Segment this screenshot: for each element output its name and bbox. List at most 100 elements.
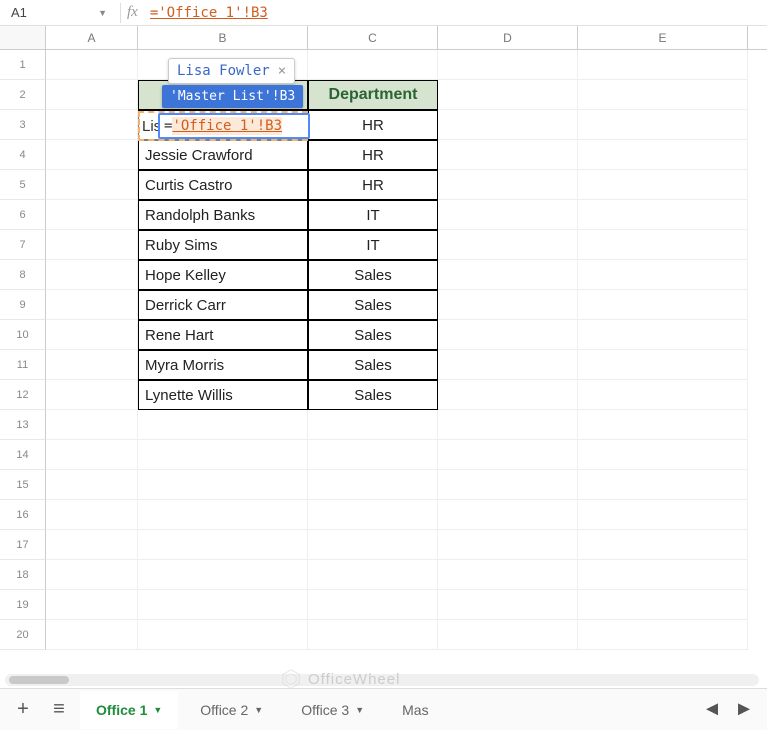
cell[interactable] [438, 50, 578, 80]
cell[interactable] [578, 410, 748, 440]
row-header[interactable]: 6 [0, 200, 46, 230]
cell[interactable] [308, 590, 438, 620]
col-header[interactable]: D [438, 26, 578, 49]
table-cell-dept[interactable]: Sales [308, 380, 438, 410]
cell[interactable] [46, 170, 138, 200]
col-header[interactable]: B [138, 26, 308, 49]
cell[interactable] [138, 530, 308, 560]
cell[interactable] [46, 440, 138, 470]
cell[interactable] [46, 470, 138, 500]
table-cell-name[interactable]: Jessie Crawford [138, 140, 308, 170]
table-cell-name[interactable]: Randolph Banks [138, 200, 308, 230]
table-cell-dept[interactable]: Sales [308, 260, 438, 290]
cell[interactable] [578, 380, 748, 410]
table-cell-name[interactable]: Curtis Castro [138, 170, 308, 200]
cell[interactable] [308, 530, 438, 560]
cell[interactable] [46, 230, 138, 260]
cell[interactable] [438, 530, 578, 560]
cell[interactable] [438, 230, 578, 260]
cell[interactable] [308, 470, 438, 500]
col-header[interactable]: E [578, 26, 748, 49]
row-header[interactable]: 8 [0, 260, 46, 290]
row-header[interactable]: 10 [0, 320, 46, 350]
row-header[interactable]: 12 [0, 380, 46, 410]
row-header[interactable]: 5 [0, 170, 46, 200]
cell[interactable] [578, 590, 748, 620]
cell[interactable] [138, 440, 308, 470]
table-cell-name[interactable]: Derrick Carr [138, 290, 308, 320]
formula-suggestion-chip[interactable]: Lisa Fowler × [168, 58, 295, 84]
name-box[interactable]: A1 ▼ [4, 2, 114, 24]
cell[interactable] [578, 200, 748, 230]
cell[interactable] [438, 290, 578, 320]
table-cell-name[interactable]: Rene Hart [138, 320, 308, 350]
cell[interactable] [138, 500, 308, 530]
row-header[interactable]: 20 [0, 620, 46, 650]
cell[interactable] [578, 620, 748, 650]
cell[interactable] [46, 140, 138, 170]
cell[interactable] [438, 620, 578, 650]
all-sheets-button[interactable]: ≡ [44, 695, 74, 725]
cell[interactable] [46, 320, 138, 350]
cell[interactable] [438, 260, 578, 290]
row-header[interactable]: 16 [0, 500, 46, 530]
cell[interactable] [308, 410, 438, 440]
cell[interactable] [438, 320, 578, 350]
cell[interactable] [578, 80, 748, 110]
cell[interactable] [308, 500, 438, 530]
table-cell-dept[interactable]: IT [308, 200, 438, 230]
cell[interactable] [438, 380, 578, 410]
cell[interactable] [438, 170, 578, 200]
cell[interactable] [46, 530, 138, 560]
cell[interactable] [308, 620, 438, 650]
cell[interactable] [438, 590, 578, 620]
cell[interactable] [578, 50, 748, 80]
cell[interactable] [438, 410, 578, 440]
cell[interactable] [578, 320, 748, 350]
cell[interactable] [46, 590, 138, 620]
cell[interactable] [138, 410, 308, 440]
table-cell-dept[interactable]: IT [308, 230, 438, 260]
col-header[interactable]: A [46, 26, 138, 49]
cell[interactable] [46, 500, 138, 530]
cell[interactable] [308, 440, 438, 470]
row-header[interactable]: 2 [0, 80, 46, 110]
table-cell-name[interactable]: Ruby Sims [138, 230, 308, 260]
cell[interactable] [46, 50, 138, 80]
cell[interactable] [46, 290, 138, 320]
cell[interactable] [438, 140, 578, 170]
row-header[interactable]: 3 [0, 110, 46, 140]
cell[interactable] [578, 530, 748, 560]
cell[interactable] [438, 500, 578, 530]
cell[interactable] [138, 470, 308, 500]
sheet-tab[interactable]: Office 3 ▼ [285, 691, 380, 729]
cell[interactable] [578, 500, 748, 530]
table-cell-dept[interactable]: HR [308, 110, 438, 140]
cell[interactable] [308, 50, 438, 80]
table-cell-dept[interactable]: HR [308, 140, 438, 170]
select-all-corner[interactable] [0, 26, 46, 49]
table-cell-dept[interactable]: HR [308, 170, 438, 200]
chevron-down-icon[interactable]: ▼ [153, 705, 162, 715]
row-header[interactable]: 15 [0, 470, 46, 500]
chevron-down-icon[interactable]: ▼ [254, 705, 263, 715]
cell[interactable] [438, 110, 578, 140]
sheet-tab[interactable]: Mas [386, 691, 444, 729]
scroll-left-button[interactable]: ◄ [697, 695, 727, 725]
cell[interactable] [308, 560, 438, 590]
cell[interactable] [138, 590, 308, 620]
cell[interactable] [578, 230, 748, 260]
cell[interactable] [46, 110, 138, 140]
cell[interactable] [578, 440, 748, 470]
cell[interactable] [578, 470, 748, 500]
row-header[interactable]: 1 [0, 50, 46, 80]
horizontal-scrollbar[interactable] [5, 674, 759, 686]
row-header[interactable]: 4 [0, 140, 46, 170]
add-sheet-button[interactable]: + [8, 695, 38, 725]
row-header[interactable]: 17 [0, 530, 46, 560]
scrollbar-thumb[interactable] [9, 676, 69, 684]
cell[interactable] [578, 170, 748, 200]
sheet-tab[interactable]: Office 2 ▼ [184, 691, 279, 729]
cell[interactable] [46, 410, 138, 440]
cell[interactable] [46, 380, 138, 410]
